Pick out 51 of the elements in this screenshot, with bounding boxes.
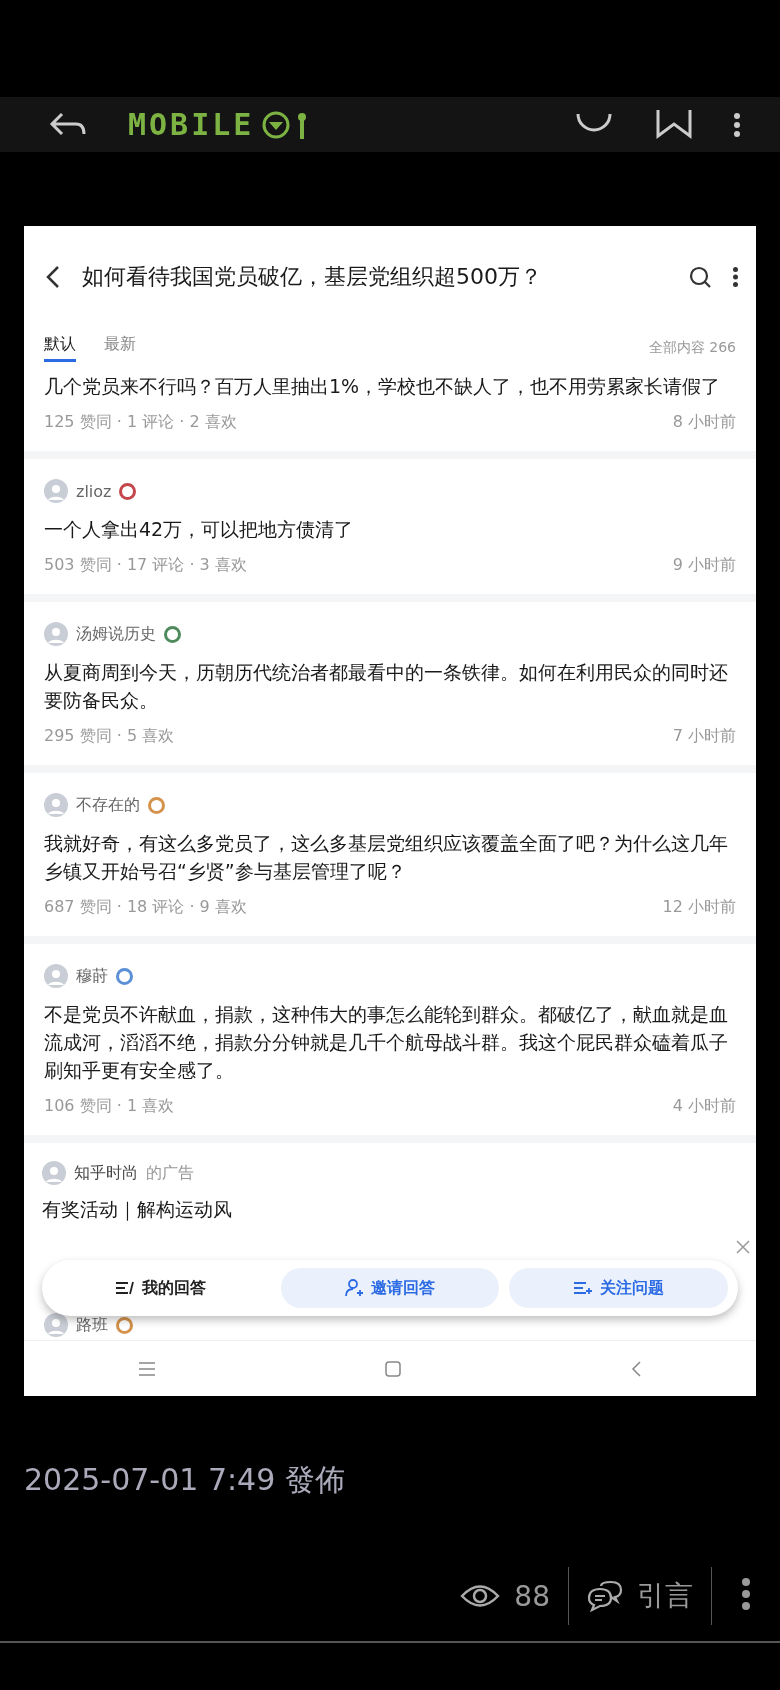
answer-text[interactable]: 从夏商周到今天，历朝历代统治者都最看中的一条铁律。如何在利用民众的同时还要防备民众。 bbox=[44, 658, 736, 714]
answer-text[interactable]: 我就好奇，有这么多党员了，这么多基层党组织应该覆盖全面了吧？为什么这几年乡镇又开始号召“乡贤”参与基层管理了呢？ bbox=[44, 829, 736, 885]
sort-tab[interactable]: 默认 bbox=[44, 334, 76, 362]
author-name[interactable]: 汤姆说历史 bbox=[76, 623, 156, 645]
eye-icon bbox=[460, 1583, 501, 1609]
answer-time: 9 小时前 bbox=[672, 555, 736, 576]
answer-time: 12 小时前 bbox=[662, 897, 736, 918]
answer-stats: 125 赞同 · 1 评论 · 2 喜欢 bbox=[44, 412, 237, 433]
avatar bbox=[44, 622, 68, 646]
answer-text[interactable]: 一个人拿出42万，可以把地方债清了 bbox=[44, 515, 736, 543]
logo-text: MOBILE bbox=[128, 107, 255, 142]
list-icon bbox=[573, 1281, 592, 1295]
search-icon[interactable] bbox=[689, 266, 711, 288]
chat-icon bbox=[587, 1580, 623, 1612]
action-button[interactable]: 邀请回答 bbox=[280, 1268, 500, 1308]
ad-label: 的广告 bbox=[146, 1162, 194, 1184]
ad-title[interactable]: 有奖活动｜解构运动风 bbox=[42, 1195, 738, 1223]
post-date: 2025-07-01 7:49 發佈 bbox=[24, 1461, 346, 1499]
avatar bbox=[44, 964, 68, 988]
author-name[interactable]: zlioz bbox=[76, 481, 112, 501]
answer-stats: 503 赞同 · 17 评论 · 3 喜欢 bbox=[44, 555, 247, 576]
list-icon bbox=[116, 1281, 135, 1295]
answer-text[interactable]: 几个党员来不行吗？百万人里抽出1%，学校也不缺人了，也不用劳累家长请假了 bbox=[44, 372, 736, 400]
sort-tab[interactable]: 最新 bbox=[104, 334, 136, 362]
more-icon[interactable] bbox=[734, 112, 740, 137]
avatar bbox=[44, 793, 68, 817]
answer-stats: 295 赞同 · 5 喜欢 bbox=[44, 726, 175, 747]
advertiser-name[interactable]: 知乎时尚 bbox=[74, 1162, 138, 1184]
home-icon[interactable] bbox=[385, 1360, 401, 1377]
answer-stats: 106 赞同 · 1 喜欢 bbox=[44, 1096, 175, 1117]
question-title: 如何看待我国党员破亿，基层党组织超500万？ bbox=[82, 263, 543, 291]
action-button[interactable]: 关注问题 bbox=[509, 1268, 728, 1308]
answer-time: 4 小时前 bbox=[672, 1096, 736, 1117]
avatar bbox=[42, 1161, 66, 1185]
answer-text[interactable]: 不是党员不许献血，捐款，这种伟大的事怎么能轮到群众。都破亿了，献血就是血流成河，滔滔不绝，捐款分分钟就是几千个航母战斗群。我这个屁民群众磕着瓜子刷知乎更有安全感了。 bbox=[44, 1000, 736, 1084]
author-name[interactable]: 不存在的 bbox=[76, 794, 140, 816]
answer-stats: 687 赞同 · 18 评论 · 9 喜欢 bbox=[44, 897, 247, 918]
more-icon[interactable] bbox=[733, 267, 738, 287]
more-icon[interactable] bbox=[742, 1578, 750, 1610]
answer-time: 7 小时前 bbox=[672, 726, 736, 747]
author-name[interactable]: 路班 bbox=[76, 1314, 108, 1336]
answer-time: 8 小时前 bbox=[672, 412, 736, 433]
total-count: 全部内容 266 bbox=[648, 339, 736, 357]
author-name[interactable]: 穆莳 bbox=[76, 965, 108, 987]
person-add-icon bbox=[345, 1279, 363, 1297]
avatar bbox=[44, 479, 68, 503]
bookmark-icon[interactable] bbox=[654, 109, 694, 140]
back-icon[interactable] bbox=[46, 265, 60, 289]
quote-button[interactable]: 引言 bbox=[569, 1567, 712, 1625]
close-icon[interactable] bbox=[736, 1240, 750, 1254]
view-count: 88 bbox=[514, 1579, 550, 1613]
